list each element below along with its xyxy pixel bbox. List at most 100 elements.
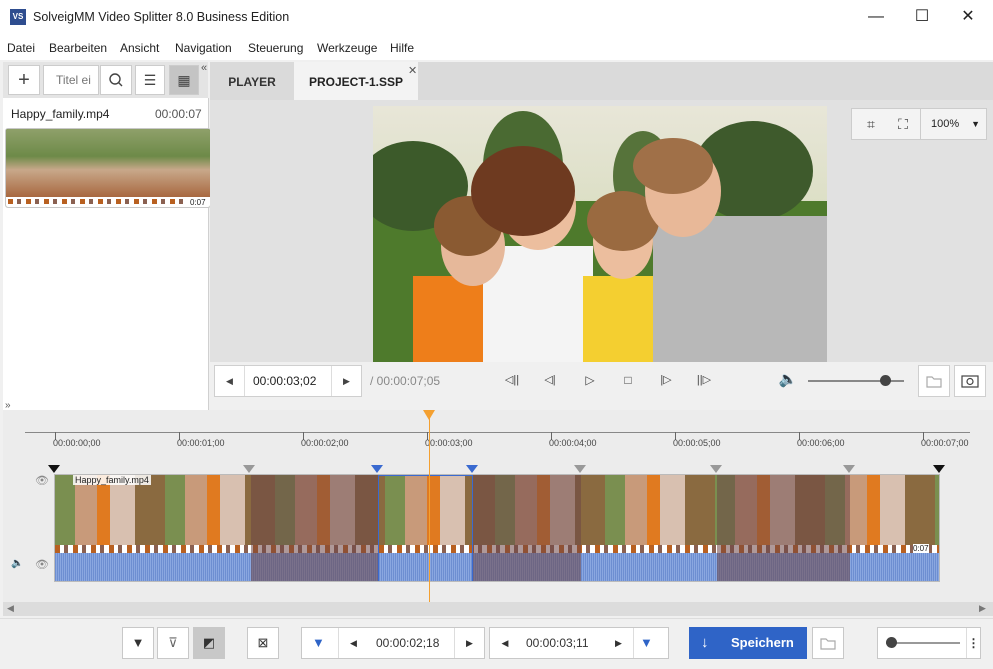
grid-view-icon[interactable]: ▦ (169, 65, 199, 95)
video-clip[interactable]: Happy_family.mp4 0:07 (54, 474, 940, 582)
start-prev-button[interactable]: ◀ (338, 628, 368, 658)
audio-track-icon[interactable]: 🔈 (11, 558, 23, 569)
add-marker-icon[interactable]: ▼ (122, 627, 154, 659)
more-options-icon[interactable]: ⋮ (966, 628, 980, 658)
chevron-down-icon: ▼ (971, 119, 980, 129)
set-start-icon[interactable]: ▼ (312, 628, 325, 658)
close-tab-icon[interactable]: ✕ (408, 64, 417, 77)
download-icon: ↓ (701, 634, 709, 651)
menu-hilfe[interactable]: Hilfe (390, 41, 414, 55)
step-forward-icon[interactable]: |▷ (654, 365, 678, 395)
timeline: 00:00:00;00 00:00:01;00 00:00:02;00 00:0… (3, 410, 993, 602)
end-time-control: ◀ 00:00:03;11 ▶ ▼ (489, 627, 669, 659)
open-folder-icon[interactable] (918, 365, 950, 397)
output-folder-icon[interactable] (812, 627, 844, 659)
start-time[interactable]: 00:00:02;18 (376, 628, 439, 658)
video-track-eye-icon[interactable]: 👁 (35, 474, 49, 487)
prev-frame-button[interactable]: ◀ (215, 366, 245, 396)
crop-icon[interactable]: ⌗ (856, 109, 886, 139)
file-name: Happy_family.mp4 (11, 107, 110, 121)
next-frame-button[interactable]: ▶ (331, 366, 361, 396)
video-player: ⌗ ⛶ 100% ▼ (210, 100, 993, 362)
end-next-button[interactable]: ▶ (604, 628, 634, 658)
menu-steuerung[interactable]: Steuerung (248, 41, 303, 55)
menu-werkzeuge[interactable]: Werkzeuge (317, 41, 377, 55)
set-end-icon[interactable]: ▼ (640, 628, 653, 658)
start-marker[interactable] (48, 465, 60, 473)
timeline-zoom-control: ⋮ (877, 627, 981, 659)
volume-knob[interactable] (879, 375, 891, 386)
close-button[interactable]: ✕ (945, 0, 991, 34)
file-thumbnail[interactable]: 0:07 (5, 128, 211, 208)
thumb-duration: 0:07 (190, 198, 206, 207)
collapse-panel-icon[interactable]: « (201, 62, 207, 74)
mute-segment-icon[interactable]: ⊠ (247, 627, 279, 659)
time-navigator: ◀ 00:00:03;02 ▶ (214, 365, 362, 397)
file-toolbar: + ☰ ▦ « (3, 62, 208, 98)
zoom-value: 100% (931, 118, 960, 130)
excluded-segment[interactable] (251, 475, 378, 581)
selection-start-marker[interactable] (371, 465, 383, 473)
selected-segment[interactable] (378, 475, 473, 581)
ruler-label-0: 00:00:00;00 (53, 438, 101, 448)
menu-datei[interactable]: Datei (7, 41, 35, 55)
segment-marker[interactable] (710, 465, 722, 473)
timeline-zoom-knob[interactable] (886, 637, 897, 648)
total-time: / 00:00:07;05 (370, 374, 441, 388)
title-bar: VS SolveigMM Video Splitter 8.0 Business… (0, 0, 993, 36)
end-prev-button[interactable]: ◀ (490, 628, 520, 658)
search-input[interactable] (43, 65, 99, 95)
ruler-label-5: 00:00:05;00 (673, 438, 721, 448)
ruler-label-1: 00:00:01;00 (177, 438, 225, 448)
remove-marker-icon[interactable]: ⊽ (157, 627, 189, 659)
timeline-ruler[interactable]: 00:00:00;00 00:00:01;00 00:00:02;00 00:0… (3, 410, 993, 452)
end-time[interactable]: 00:00:03;11 (526, 628, 589, 658)
volume-icon[interactable]: 🔈 (776, 365, 800, 395)
add-file-button[interactable]: + (8, 65, 40, 95)
end-marker[interactable] (933, 465, 945, 473)
tab-player[interactable]: PLAYER (210, 62, 294, 100)
toggle-segment-icon[interactable]: ◩ (193, 627, 225, 659)
segment-marker[interactable] (843, 465, 855, 473)
step-back-icon[interactable]: ◁| (538, 365, 562, 395)
maximize-button[interactable]: ☐ (899, 0, 945, 34)
save-button[interactable]: ↓ Speichern (689, 627, 807, 659)
go-end-icon[interactable]: ||▷ (692, 365, 716, 395)
selection-end-marker[interactable] (466, 465, 478, 473)
app-icon: VS (10, 9, 26, 25)
segment-marker[interactable] (243, 465, 255, 473)
segment-marker[interactable] (574, 465, 586, 473)
playhead[interactable] (423, 410, 436, 602)
search-icon[interactable] (100, 65, 132, 95)
video-frame[interactable] (373, 106, 827, 362)
ruler-label-7: 00:00:07;00 (921, 438, 969, 448)
file-duration: 00:00:07 (155, 107, 202, 121)
volume-slider[interactable] (808, 375, 904, 386)
start-time-control: ▼ ◀ 00:00:02;18 ▶ (301, 627, 485, 659)
ruler-label-4: 00:00:04;00 (549, 438, 597, 448)
fullscreen-icon[interactable]: ⛶ (888, 109, 918, 139)
save-label: Speichern (731, 635, 794, 650)
ruler-label-6: 00:00:06;00 (797, 438, 845, 448)
stop-icon[interactable]: □ (616, 365, 640, 395)
clip-name: Happy_family.mp4 (73, 475, 151, 485)
minimize-button[interactable]: — (853, 0, 899, 34)
menu-ansicht[interactable]: Ansicht (120, 41, 159, 55)
go-start-icon[interactable]: ◁|| (500, 365, 524, 395)
menu-navigation[interactable]: Navigation (175, 41, 232, 55)
excluded-segment[interactable] (473, 475, 581, 581)
zoom-select[interactable]: 100% ▼ (920, 109, 986, 139)
audio-track-eye-icon[interactable]: 👁 (35, 558, 49, 571)
current-time[interactable]: 00:00:03;02 (253, 374, 316, 388)
list-view-icon[interactable]: ☰ (135, 65, 165, 95)
play-icon[interactable]: ▷ (578, 365, 602, 395)
tab-project[interactable]: PROJECT-1.SSP (294, 62, 418, 100)
timeline-scrollbar[interactable]: ◀ ▶ (3, 602, 993, 616)
snapshot-icon[interactable] (954, 365, 986, 397)
tab-bar: PLAYER PROJECT-1.SSP ✕ (210, 62, 993, 100)
timeline-zoom-slider[interactable] (886, 637, 960, 648)
menu-bearbeiten[interactable]: Bearbeiten (49, 41, 107, 55)
clip-duration: 0:07 (913, 544, 929, 553)
start-next-button[interactable]: ▶ (454, 628, 484, 658)
excluded-segment[interactable] (717, 475, 850, 581)
